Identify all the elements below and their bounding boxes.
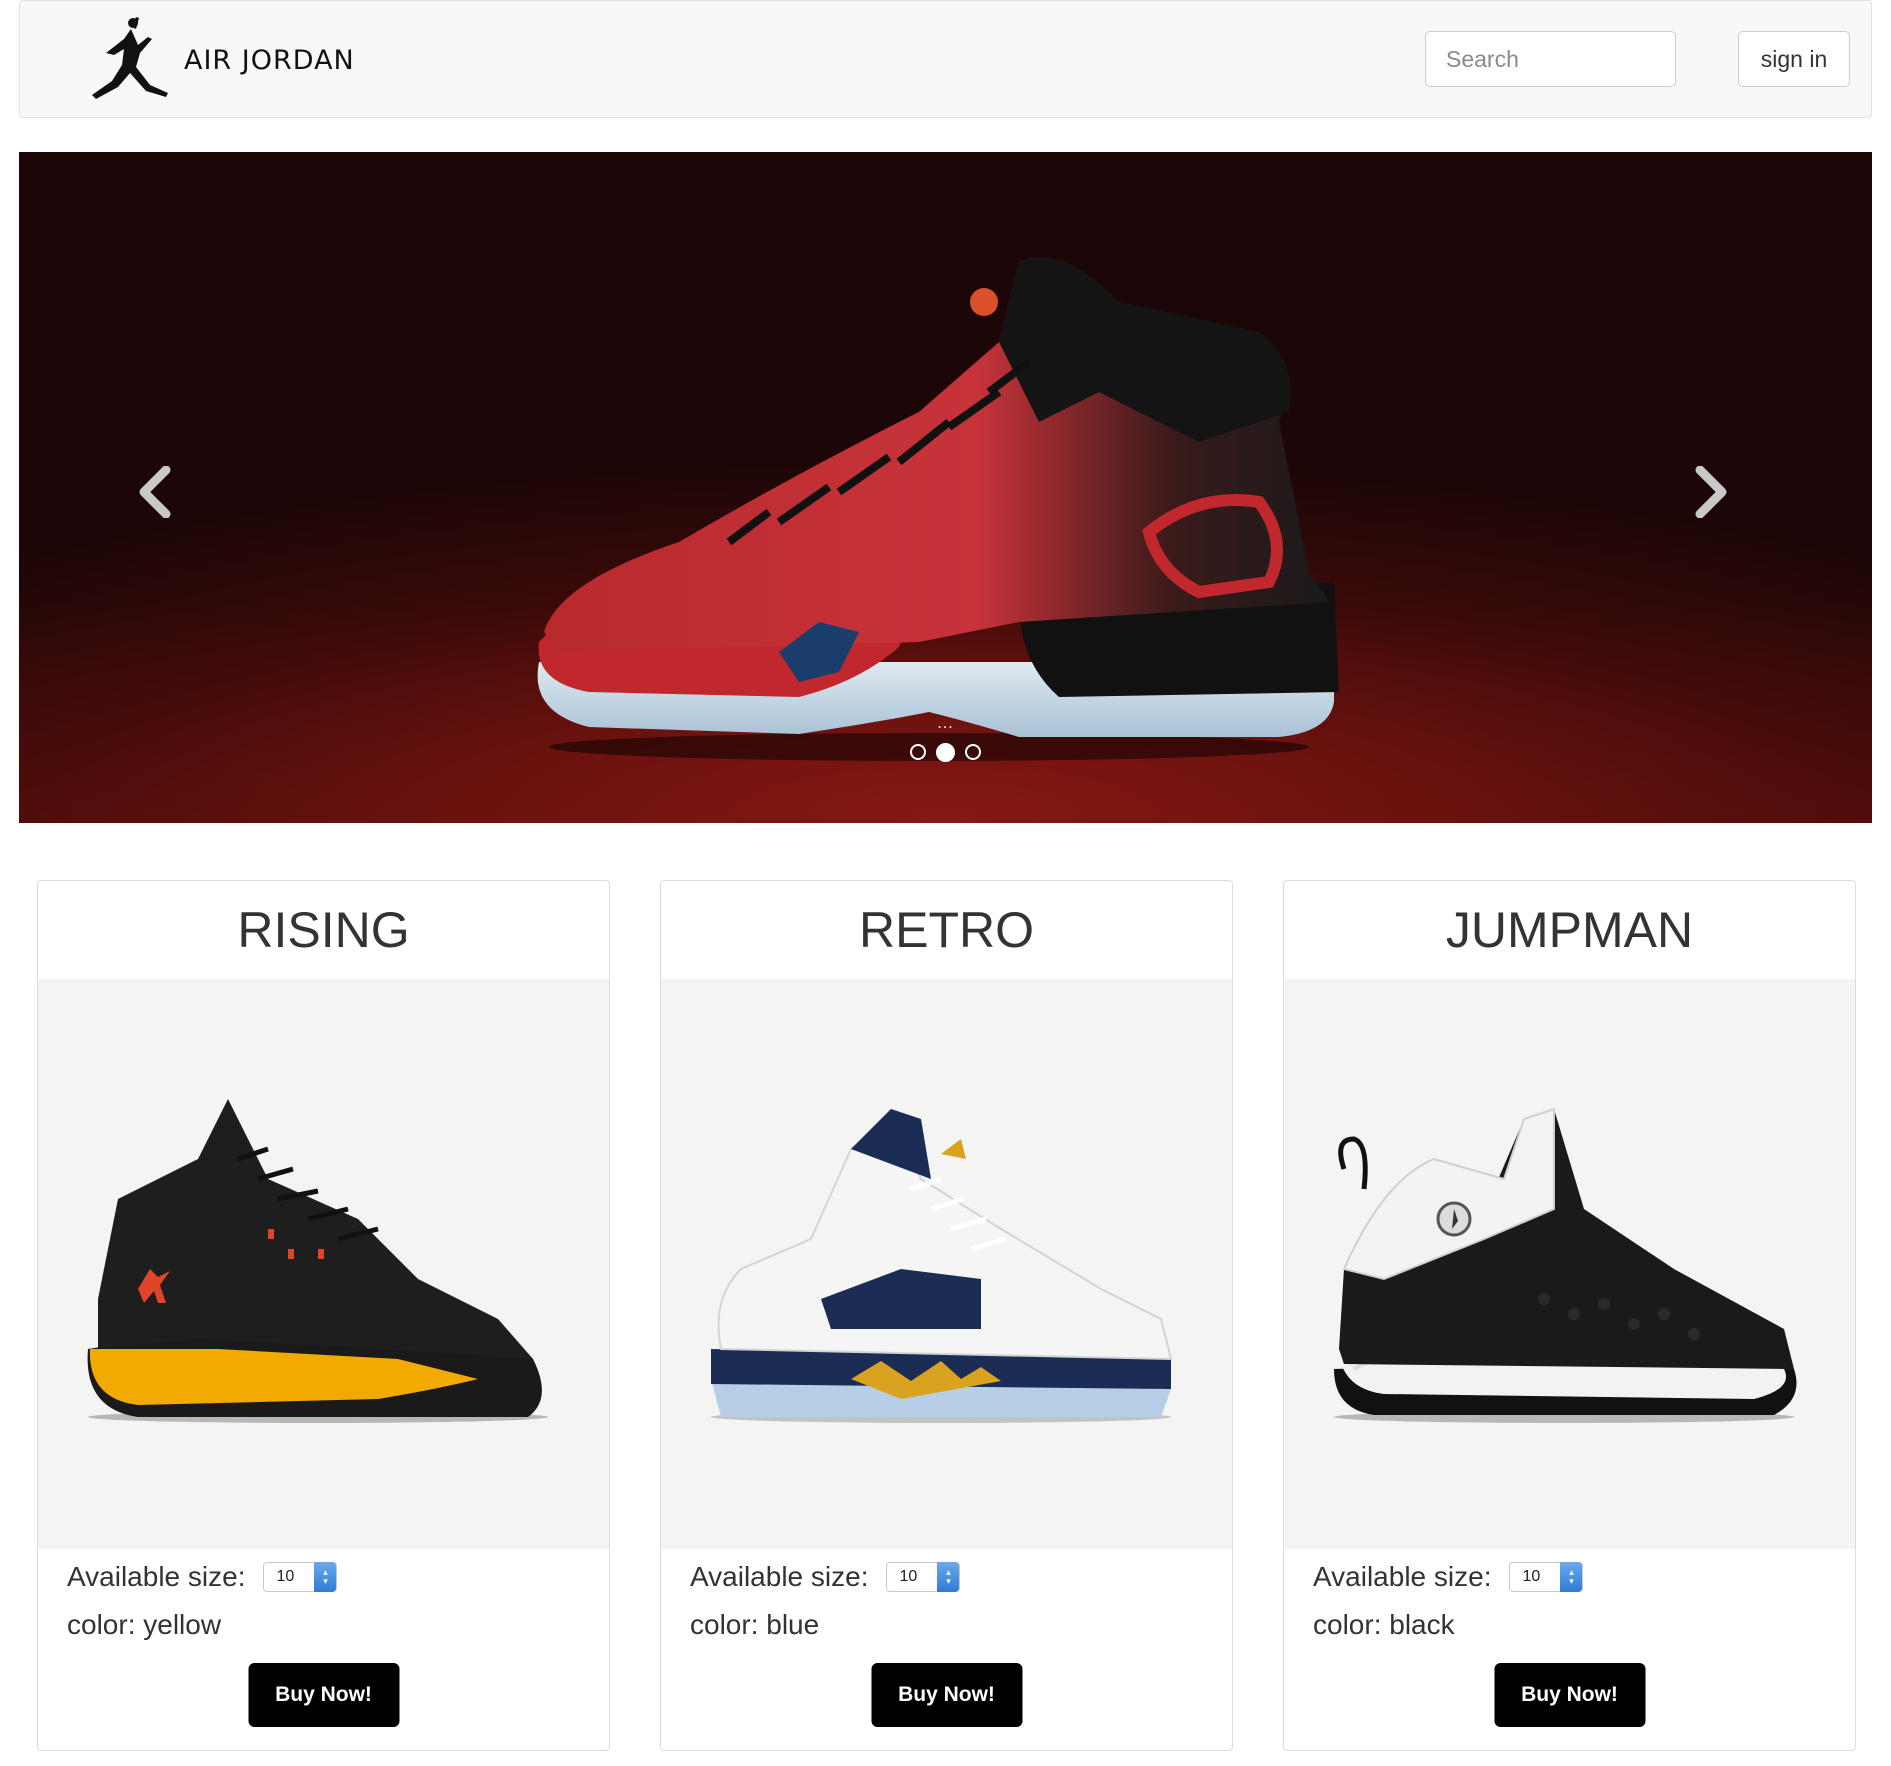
size-select[interactable]: 10 ▴ ▾ <box>886 1562 961 1592</box>
chevron-right-icon <box>1695 466 1727 518</box>
jumpman-logo-icon <box>92 17 168 99</box>
size-select[interactable]: 10 ▴ ▾ <box>263 1562 338 1592</box>
size-value: 10 <box>276 1568 295 1585</box>
hero-carousel: ... <box>19 152 1872 823</box>
rising-shoe-image <box>87 1099 548 1423</box>
carousel-next-button[interactable] <box>1677 452 1747 532</box>
carousel-indicators <box>19 743 1872 762</box>
retro-shoe-image <box>711 1109 1173 1423</box>
color-text: color: yellow <box>67 1609 222 1640</box>
size-row: Available size: 10 ▴ ▾ <box>67 1561 338 1593</box>
size-row: Available size: 10 ▴ ▾ <box>690 1561 961 1593</box>
buy-now-button[interactable]: Buy Now! <box>871 1663 1022 1727</box>
product-card: RISING Available size: 10 ▴ ▾ color: yell… <box>37 880 610 1751</box>
navbar: AIR JORDAN sign in <box>19 0 1872 118</box>
size-select[interactable]: 10 ▴ ▾ <box>1509 1562 1584 1592</box>
product-image <box>661 979 1232 1549</box>
brand[interactable]: AIR JORDAN <box>78 15 355 105</box>
buy-now-button[interactable]: Buy Now! <box>248 1663 399 1727</box>
stepper-arrows-icon: ▴ ▾ <box>314 1562 337 1592</box>
stepper-arrows-icon: ▴ ▾ <box>1560 1562 1583 1592</box>
buy-now-button[interactable]: Buy Now! <box>1494 1663 1645 1727</box>
carousel-indicator-2[interactable] <box>936 743 955 762</box>
chevron-left-icon <box>139 466 171 518</box>
product-title: RETRO <box>859 902 1034 958</box>
stepper-arrows-icon: ▴ ▾ <box>937 1562 960 1592</box>
signin-button[interactable]: sign in <box>1738 31 1850 87</box>
size-label: Available size: <box>1313 1561 1492 1592</box>
brand-text: AIR JORDAN <box>184 44 355 76</box>
hero-shoe-image <box>537 257 1339 761</box>
size-value: 10 <box>899 1568 918 1585</box>
product-image <box>1284 979 1855 1549</box>
color-text: color: black <box>1313 1609 1455 1640</box>
carousel-indicator-1[interactable] <box>910 744 926 760</box>
color-text: color: blue <box>690 1609 820 1640</box>
product-title: JUMPMAN <box>1445 902 1694 958</box>
product-image <box>38 979 609 1549</box>
product-card: RETRO Available size: 10 ▴ ▾ color: blue … <box>660 880 1233 1751</box>
product-card: JUMPMAN Available size: 10 ▴ ▾ color: bla… <box>1283 880 1856 1751</box>
carousel-indicator-3[interactable] <box>965 744 981 760</box>
size-label: Available size: <box>690 1561 869 1592</box>
carousel-prev-button[interactable] <box>119 452 189 532</box>
jumpman-shoe-image <box>1334 1107 1797 1423</box>
carousel-caption: ... <box>937 715 954 732</box>
size-value: 10 <box>1522 1568 1541 1585</box>
size-row: Available size: 10 ▴ ▾ <box>1313 1561 1584 1593</box>
search-input[interactable] <box>1425 31 1676 87</box>
size-label: Available size: <box>67 1561 246 1592</box>
product-title: RISING <box>237 902 410 958</box>
